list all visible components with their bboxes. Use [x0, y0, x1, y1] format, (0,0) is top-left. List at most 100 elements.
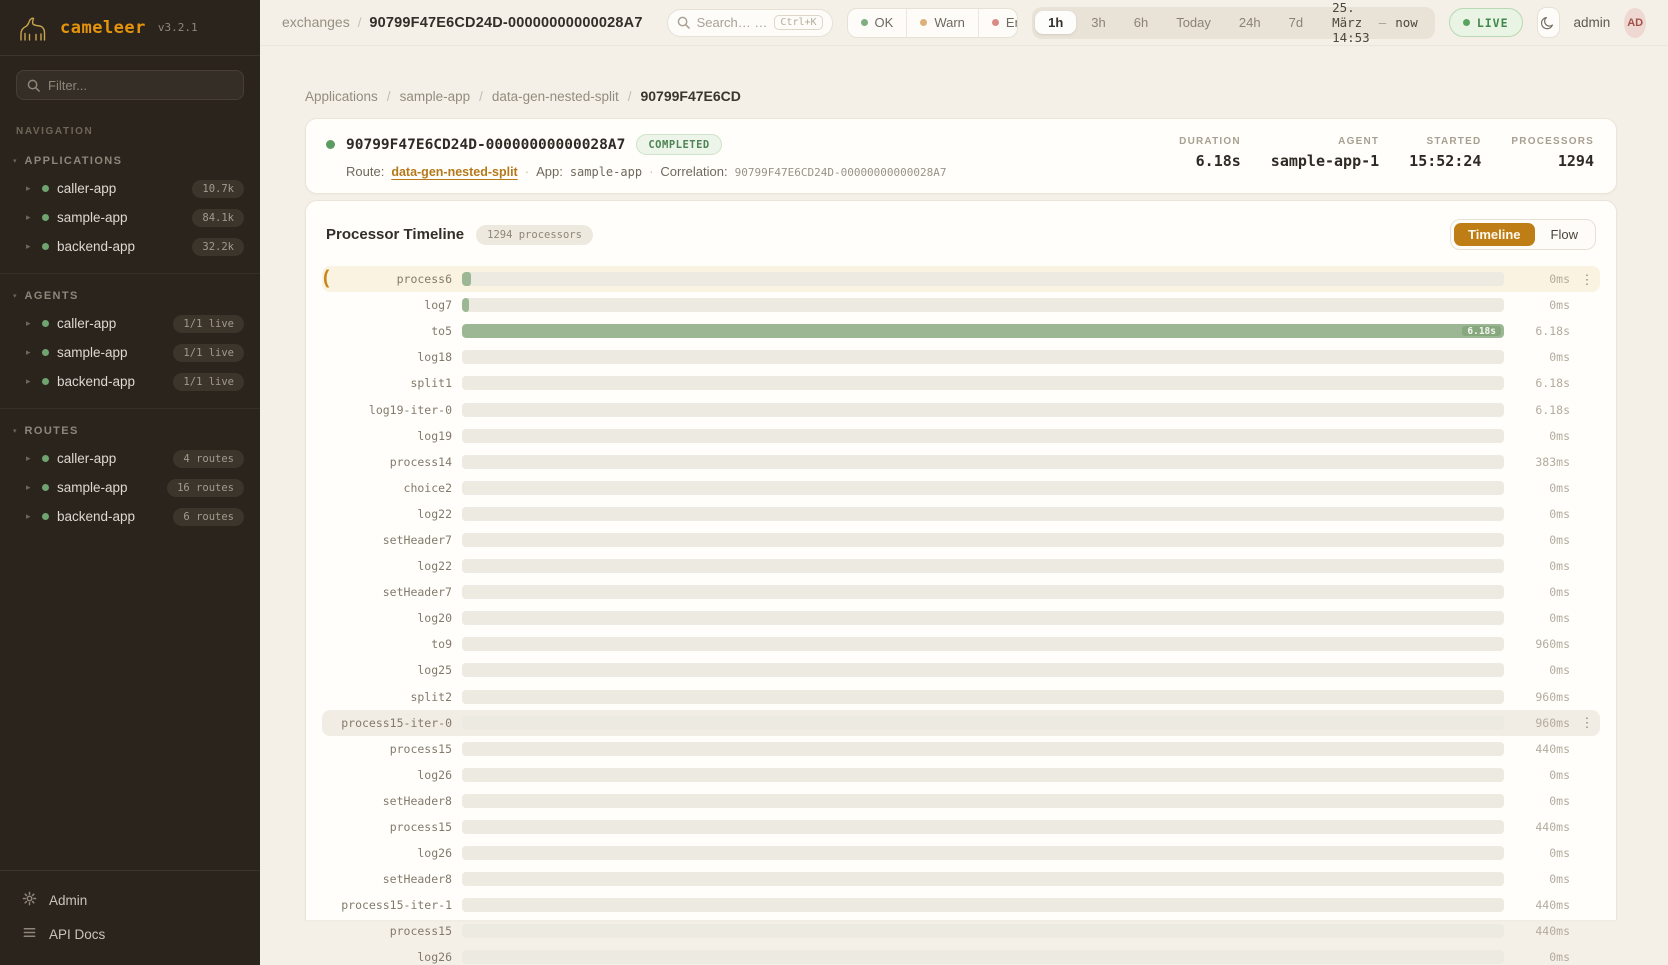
chevron-right-icon[interactable]: ▸ — [26, 376, 34, 387]
duration-bar-label: 6.18s — [1462, 326, 1501, 336]
chevron-right-icon[interactable]: ▸ — [26, 511, 34, 522]
chevron-down-icon: ▾ — [13, 292, 17, 300]
timeline-row[interactable]: split2960ms — [322, 684, 1600, 710]
timeline-row[interactable]: process15-iter-0960ms⋮ — [322, 710, 1600, 736]
sidebar-item-caller-app[interactable]: ▸caller-app1/1 live — [0, 309, 260, 338]
duration-track — [462, 429, 1504, 443]
sidebar-item-badge: 1/1 live — [173, 344, 244, 362]
duration-value: 0ms — [1514, 481, 1570, 495]
timeline-row[interactable]: log190ms — [322, 423, 1600, 449]
timeline-row[interactable]: log180ms — [322, 344, 1600, 370]
duration-track — [462, 585, 1504, 599]
timeline-row[interactable]: log220ms — [322, 553, 1600, 579]
duration-track — [462, 507, 1504, 521]
app-root: cameleer v3.2.1 Filter... NAVIGATION ▾AP… — [0, 0, 1668, 965]
content-breadcrumb-item[interactable]: Applications — [305, 89, 378, 104]
timeline-row[interactable]: log260ms — [322, 762, 1600, 788]
avatar[interactable]: AD — [1624, 8, 1646, 38]
chevron-right-icon[interactable]: ▸ — [26, 347, 34, 358]
time-range-1h[interactable]: 1h — [1035, 11, 1076, 34]
timeline-row[interactable]: log250ms — [322, 657, 1600, 683]
footer-item-admin[interactable]: Admin — [0, 883, 260, 917]
date-range-picker[interactable]: 25. März 14:53 — now — [1316, 0, 1432, 45]
chevron-right-icon[interactable]: ▸ — [26, 183, 34, 194]
footer-item-api-docs[interactable]: API Docs — [0, 917, 260, 951]
time-range-7d[interactable]: 7d — [1276, 11, 1316, 34]
exchange-info: 90799F47E6CD24D-00000000000028A7 COMPLET… — [326, 134, 947, 179]
timeline-row[interactable]: log220ms — [322, 501, 1600, 527]
app-title: cameleer — [60, 18, 146, 38]
timeline-row[interactable]: to9960ms — [322, 631, 1600, 657]
time-range-6h[interactable]: 6h — [1121, 11, 1161, 34]
sidebar-item-backend-app[interactable]: ▸backend-app32.2k — [0, 232, 260, 261]
timeline-row[interactable]: log260ms — [322, 840, 1600, 866]
chevron-right-icon[interactable]: ▸ — [26, 241, 34, 252]
sidebar-item-backend-app[interactable]: ▸backend-app6 routes — [0, 502, 260, 531]
timeline-row[interactable]: to56.18s6.18s — [322, 318, 1600, 344]
timeline-row[interactable]: log19-iter-06.18s — [322, 396, 1600, 422]
breadcrumb-section[interactable]: exchanges — [282, 14, 350, 30]
nav-section-applications[interactable]: ▾APPLICATIONS — [0, 139, 260, 174]
chevron-right-icon[interactable]: ▸ — [26, 318, 34, 329]
search-input[interactable]: Search… … Ctrl+K — [667, 9, 833, 37]
route-link[interactable]: data-gen-nested-split — [391, 165, 517, 179]
view-toggle-flow[interactable]: Flow — [1537, 223, 1592, 246]
status-filter-ok[interactable]: OK — [848, 9, 907, 37]
chevron-right-icon[interactable]: ▸ — [26, 482, 34, 493]
view-toggle-timeline[interactable]: Timeline — [1454, 223, 1535, 246]
processor-name: choice2 — [340, 481, 452, 495]
duration-track — [462, 272, 1504, 286]
timeline-row[interactable]: setHeader80ms — [322, 866, 1600, 892]
status-filter-label: Error — [1006, 15, 1018, 30]
timeline-row[interactable]: log70ms — [322, 292, 1600, 318]
content-breadcrumb-item[interactable]: data-gen-nested-split — [492, 89, 619, 104]
timeline-row[interactable]: setHeader70ms — [322, 527, 1600, 553]
stat-label: STARTED — [1427, 136, 1482, 147]
chevron-right-icon[interactable]: ▸ — [26, 453, 34, 464]
time-range-24h[interactable]: 24h — [1226, 11, 1274, 34]
sidebar-item-sample-app[interactable]: ▸sample-app84.1k — [0, 203, 260, 232]
timeline-row[interactable]: process14383ms — [322, 449, 1600, 475]
navigation-label: NAVIGATION — [16, 126, 244, 137]
sidebar-item-badge: 10.7k — [192, 180, 244, 198]
duration-track — [462, 481, 1504, 495]
content-breadcrumb-item[interactable]: sample-app — [400, 89, 471, 104]
status-dot — [42, 349, 49, 356]
sidebar-item-sample-app[interactable]: ▸sample-app16 routes — [0, 473, 260, 502]
sidebar-item-caller-app[interactable]: ▸caller-app10.7k — [0, 174, 260, 203]
chevron-right-icon[interactable]: ▸ — [26, 212, 34, 223]
duration-value: 6.18s — [1514, 403, 1570, 417]
search-icon — [27, 79, 40, 92]
timeline-row[interactable]: log200ms — [322, 605, 1600, 631]
sidebar-item-label: sample-app — [57, 480, 128, 495]
timeline-row[interactable]: process15440ms — [322, 918, 1600, 944]
timeline-row[interactable]: log260ms — [322, 944, 1600, 965]
time-range-today[interactable]: Today — [1163, 11, 1224, 34]
live-toggle[interactable]: LIVE — [1449, 8, 1523, 37]
nav-section-routes[interactable]: ▾ROUTES — [0, 409, 260, 444]
sidebar-filter-input[interactable]: Filter... — [16, 70, 244, 100]
timeline-row[interactable]: choice2 0ms — [322, 475, 1600, 501]
duration-value: 0ms — [1514, 663, 1570, 677]
timeline-row[interactable]: process15440ms — [322, 814, 1600, 840]
time-range-3h[interactable]: 3h — [1078, 11, 1118, 34]
sidebar-item-backend-app[interactable]: ▸backend-app1/1 live — [0, 367, 260, 396]
timeline-row[interactable]: (process60ms⋮ — [322, 266, 1600, 292]
duration-value: 0ms — [1514, 350, 1570, 364]
status-filter-warn[interactable]: Warn — [906, 9, 978, 37]
timeline-row[interactable]: setHeader80ms — [322, 788, 1600, 814]
theme-toggle-button[interactable] — [1537, 7, 1560, 38]
status-filter-error[interactable]: Error — [978, 9, 1018, 37]
user-name[interactable]: admin — [1574, 15, 1611, 30]
sidebar-item-label: backend-app — [57, 239, 135, 254]
timeline-row[interactable]: split16.18s — [322, 370, 1600, 396]
kebab-menu-icon[interactable]: ⋮ — [1580, 273, 1594, 286]
exchange-status-dot — [326, 140, 335, 149]
sidebar-item-caller-app[interactable]: ▸caller-app4 routes — [0, 444, 260, 473]
timeline-row[interactable]: process15-iter-1440ms — [322, 892, 1600, 918]
timeline-row[interactable]: process15440ms — [322, 736, 1600, 762]
nav-section-agents[interactable]: ▾AGENTS — [0, 274, 260, 309]
kebab-menu-icon[interactable]: ⋮ — [1580, 716, 1594, 729]
timeline-row[interactable]: setHeader70ms — [322, 579, 1600, 605]
sidebar-item-sample-app[interactable]: ▸sample-app1/1 live — [0, 338, 260, 367]
